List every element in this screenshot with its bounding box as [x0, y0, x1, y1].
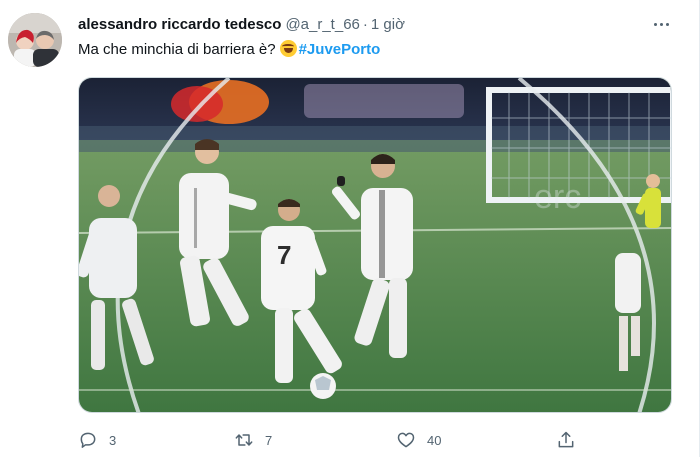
retweet-count: 7	[265, 432, 273, 448]
reply-button[interactable]: 3	[78, 428, 116, 452]
tweet-media-photo[interactable]: 7 erc	[78, 77, 672, 413]
tweet-body-text: Ma che minchia di barriera è?	[78, 41, 276, 58]
hashtag-link[interactable]: #JuvePorto	[299, 41, 381, 58]
more-dot	[659, 22, 663, 26]
retweet-button[interactable]: 7	[234, 428, 272, 452]
share-button[interactable]	[556, 428, 576, 452]
football-free-kick-wall-photo: 7 erc	[79, 78, 671, 412]
tweet-timestamp[interactable]: 1 giờ	[371, 16, 405, 33]
author-handle[interactable]: @a_r_t_66	[285, 16, 359, 33]
author-avatar[interactable]	[8, 13, 62, 67]
reply-count: 3	[109, 432, 117, 448]
like-button[interactable]: 40	[396, 428, 441, 452]
header-separator: ·	[362, 16, 368, 33]
heart-icon	[397, 432, 415, 448]
tweet-card: alessandro riccardo tedesco @a_r_t_66 · 1 g…	[0, 0, 700, 457]
like-count: 40	[427, 432, 442, 448]
more-dot	[665, 22, 669, 26]
share-icon	[558, 431, 574, 448]
retweet-icon	[235, 434, 253, 446]
more-dot	[653, 22, 657, 26]
more-options-icon[interactable]	[649, 16, 673, 32]
reply-icon	[80, 432, 96, 448]
tweet-actions: 3 7 40	[78, 428, 598, 452]
svg-text:erc: erc	[534, 178, 581, 216]
rolling-on-floor-laughing-emoji	[279, 40, 297, 57]
tweet-text: Ma che minchia di barriera è? #JuvePorto	[78, 39, 380, 61]
author-name[interactable]: alessandro riccardo tedesco	[78, 16, 281, 33]
svg-text:7: 7	[277, 240, 291, 270]
tweet-header: alessandro riccardo tedesco @a_r_t_66 · 1 g…	[78, 14, 659, 36]
